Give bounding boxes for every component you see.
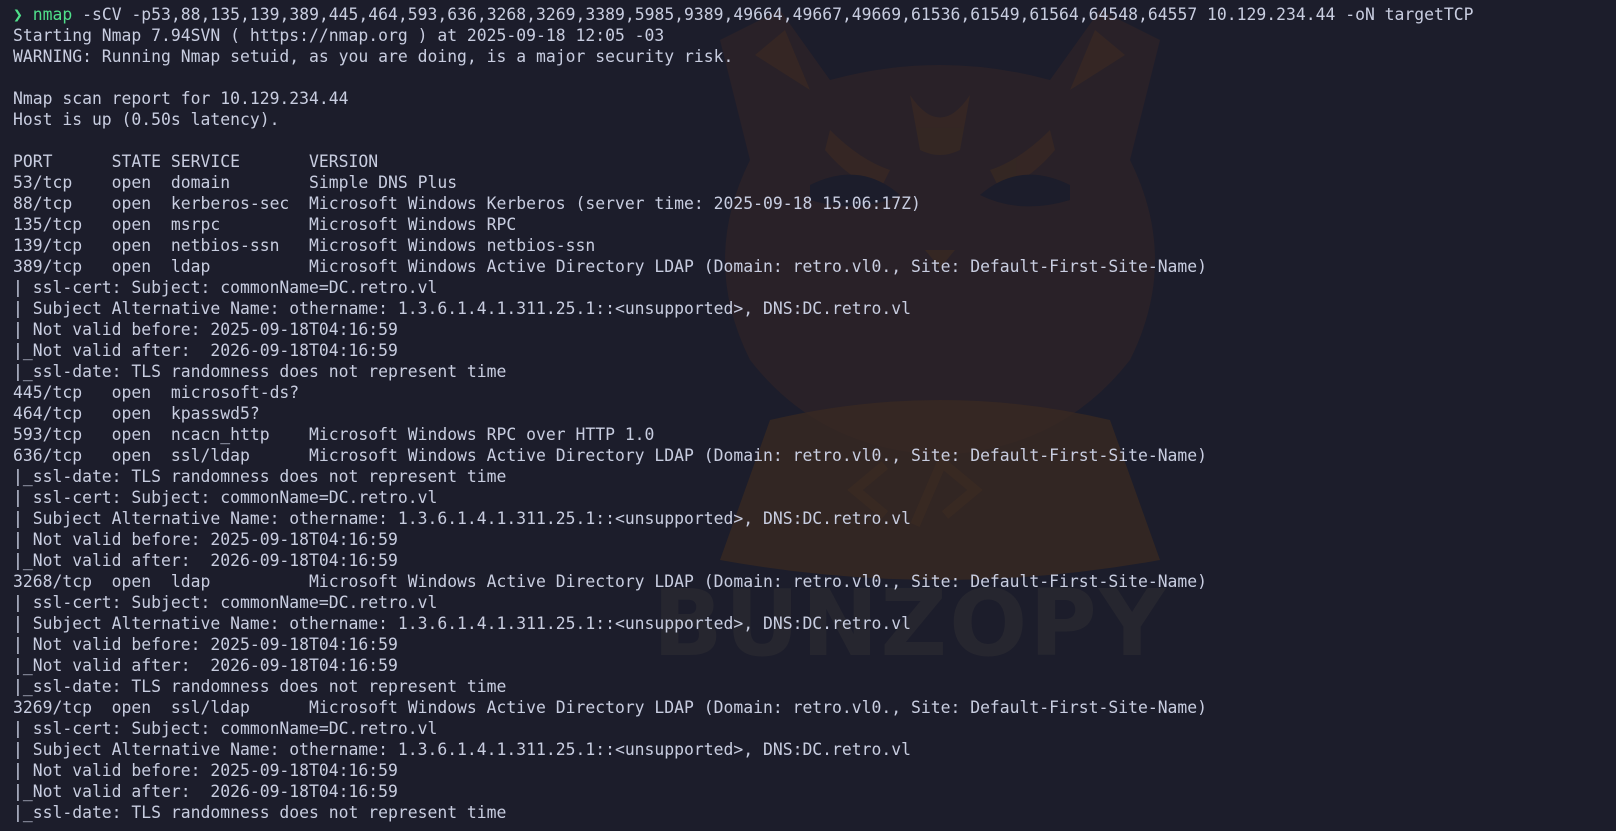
output-line: | Subject Alternative Name: othername: 1… (13, 299, 911, 318)
output-line: | Not valid before: 2025-09-18T04:16:59 (13, 320, 398, 339)
output-line: 3269/tcp open ssl/ldap Microsoft Windows… (13, 698, 1208, 717)
prompt-icon: ❯ (13, 5, 23, 24)
output-line: |_Not valid after: 2026-09-18T04:16:59 (13, 656, 398, 675)
output-line: 636/tcp open ssl/ldap Microsoft Windows … (13, 446, 1208, 465)
output-lines: Starting Nmap 7.94SVN ( https://nmap.org… (13, 25, 1474, 823)
output-line: |_Not valid after: 2026-09-18T04:16:59 (13, 782, 398, 801)
output-line: 464/tcp open kpasswd5? (13, 404, 260, 423)
output-line: | ssl-cert: Subject: commonName=DC.retro… (13, 719, 438, 738)
terminal-window[interactable]: BUNZOPY ❯ nmap -sCV -p53,88,135,139,389,… (0, 0, 1616, 831)
command-name: nmap (32, 5, 73, 24)
output-line: | Not valid before: 2025-09-18T04:16:59 (13, 530, 398, 549)
output-line: WARNING: Running Nmap setuid, as you are… (13, 47, 734, 66)
output-line: |_ssl-date: TLS randomness does not repr… (13, 362, 507, 381)
output-line: | Subject Alternative Name: othername: 1… (13, 509, 911, 528)
output-line: |_ssl-date: TLS randomness does not repr… (13, 677, 507, 696)
command-line[interactable]: ❯ nmap -sCV -p53,88,135,139,389,445,464,… (13, 4, 1474, 25)
output-line: 593/tcp open ncacn_http Microsoft Window… (13, 425, 655, 444)
output-line: | ssl-cert: Subject: commonName=DC.retro… (13, 488, 438, 507)
output-line: | Not valid before: 2025-09-18T04:16:59 (13, 635, 398, 654)
output-line: 135/tcp open msrpc Microsoft Windows RPC (13, 215, 517, 234)
output-line: PORT STATE SERVICE VERSION (13, 152, 379, 171)
output-line: Nmap scan report for 10.129.234.44 (13, 89, 349, 108)
output-line: |_Not valid after: 2026-09-18T04:16:59 (13, 551, 398, 570)
output-line: | Subject Alternative Name: othername: 1… (13, 614, 911, 633)
command-arguments: -sCV -p53,88,135,139,389,445,464,593,636… (72, 5, 1474, 24)
output-line: |_ssl-date: TLS randomness does not repr… (13, 467, 507, 486)
output-line: 53/tcp open domain Simple DNS Plus (13, 173, 458, 192)
output-line: | Not valid before: 2025-09-18T04:16:59 (13, 761, 398, 780)
output-line: 139/tcp open netbios-ssn Microsoft Windo… (13, 236, 596, 255)
output-line: | ssl-cert: Subject: commonName=DC.retro… (13, 278, 438, 297)
output-line: Host is up (0.50s latency). (13, 110, 280, 129)
output-line: 445/tcp open microsoft-ds? (13, 383, 300, 402)
output-line: |_ssl-date: TLS randomness does not repr… (13, 803, 507, 822)
output-line: | Subject Alternative Name: othername: 1… (13, 740, 911, 759)
output-line: | ssl-cert: Subject: commonName=DC.retro… (13, 593, 438, 612)
terminal-output: ❯ nmap -sCV -p53,88,135,139,389,445,464,… (13, 4, 1474, 823)
output-line: Starting Nmap 7.94SVN ( https://nmap.org… (13, 26, 665, 45)
output-line: 88/tcp open kerberos-sec Microsoft Windo… (13, 194, 921, 213)
output-line: |_Not valid after: 2026-09-18T04:16:59 (13, 341, 398, 360)
output-line: 389/tcp open ldap Microsoft Windows Acti… (13, 257, 1208, 276)
output-line: 3268/tcp open ldap Microsoft Windows Act… (13, 572, 1208, 591)
